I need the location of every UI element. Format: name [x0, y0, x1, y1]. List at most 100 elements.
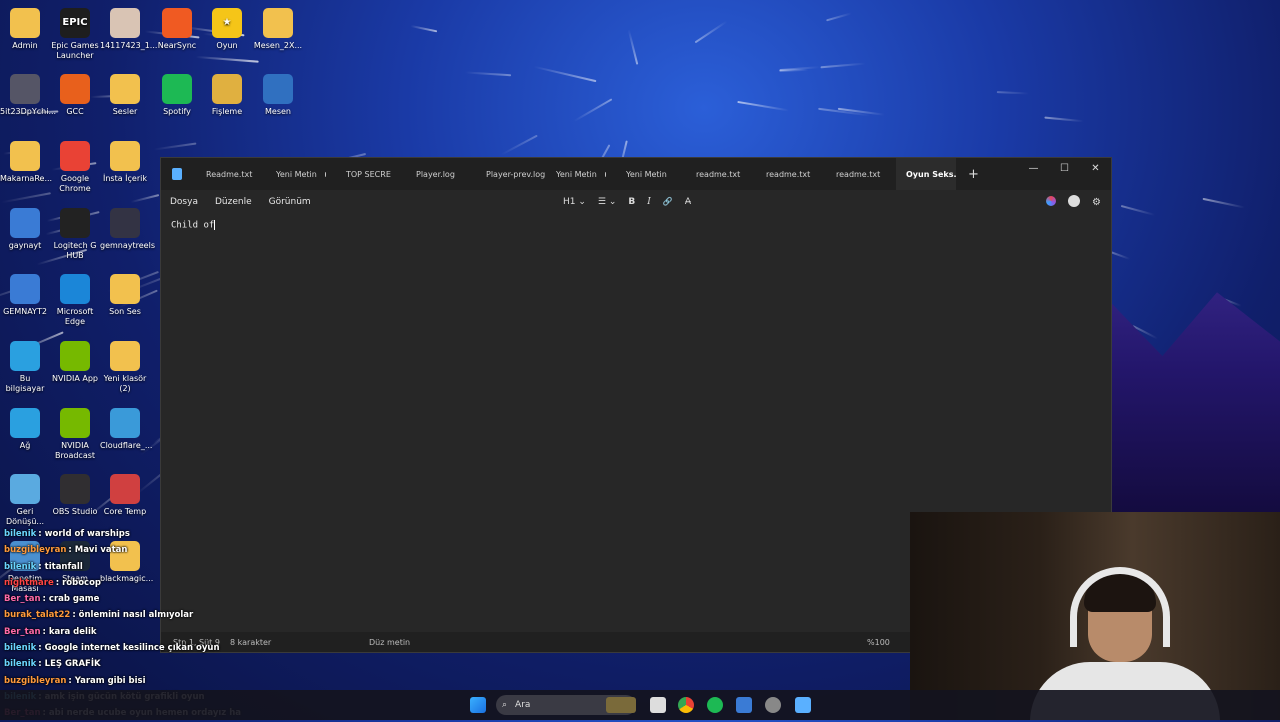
desktop-icon[interactable]: Geri Dönüşü...	[0, 474, 50, 527]
desktop-icon[interactable]: Core Temp	[100, 474, 150, 517]
desktop-app-icon	[110, 74, 140, 104]
desktop-icon-label: Epic Games Launcher	[51, 41, 99, 60]
desktop-icon[interactable]: MakarnaRe...	[0, 141, 52, 184]
tab-label: Yeni Metin	[556, 169, 597, 179]
bold-button[interactable]: B	[628, 197, 635, 207]
menu-view[interactable]: Görünüm	[269, 197, 311, 207]
desktop-icon[interactable]: Bu bilgisayar	[0, 341, 50, 394]
desktop-icon[interactable]: Google Chrome	[50, 141, 100, 194]
desktop-icon[interactable]: NVIDIA App	[50, 341, 100, 384]
minimize-button[interactable]: —	[1018, 158, 1049, 178]
account-button[interactable]	[1068, 194, 1081, 210]
account-icon	[1068, 194, 1081, 207]
notepad-taskbar-button[interactable]	[795, 697, 811, 713]
chat-message: bilenik: LEŞ GRAFİK	[4, 656, 214, 672]
star-streak	[153, 142, 197, 151]
desktop-app-icon	[110, 408, 140, 438]
desktop-icon[interactable]: Admin	[0, 8, 50, 51]
star-streak	[694, 21, 728, 44]
text-format[interactable]: Düz metin	[369, 638, 410, 647]
tab-3[interactable]: Player.log	[406, 158, 466, 190]
desktop-icon[interactable]: gaynayt	[0, 208, 50, 251]
tab-2[interactable]: TOP SECRE	[336, 158, 396, 190]
tab-9[interactable]: readme.txt	[826, 158, 886, 190]
desktop-icon[interactable]: İnsta İçerik	[100, 141, 150, 184]
copilot-button[interactable]	[1046, 195, 1057, 209]
desktop-icon[interactable]: 5it23DpYchi...	[0, 74, 56, 117]
char-count: 8 karakter	[230, 637, 272, 647]
desktop-app-icon	[110, 141, 140, 171]
settings-button[interactable]: ⚙	[1092, 197, 1101, 208]
star-streak	[826, 12, 852, 22]
desktop-icon[interactable]: GEMNAYT2	[0, 274, 50, 317]
tab-8[interactable]: readme.txt	[756, 158, 816, 190]
clear-formatting-button[interactable]: A̶	[685, 197, 691, 207]
menu-file[interactable]: Dosya	[170, 197, 198, 207]
heading-dropdown[interactable]: H1 ⌄	[563, 197, 586, 207]
tab-0[interactable]: Readme.txt	[196, 158, 256, 190]
desktop-icon[interactable]: Microsoft Edge	[50, 274, 100, 327]
task-view-button[interactable]	[650, 697, 666, 713]
chat-message: burak_talat22: önlemini nasıl almıyolar	[4, 607, 214, 623]
desktop-icon[interactable]: Cloudflare_...	[100, 408, 152, 451]
desktop-icon[interactable]: Yeni klasör (2)	[100, 341, 150, 394]
desktop-icon[interactable]: 14117423_1...	[100, 8, 157, 51]
chrome-taskbar-button[interactable]	[678, 697, 694, 713]
chat-text: : Yaram gibi bisi	[68, 675, 146, 686]
maximize-button[interactable]: ☐	[1049, 158, 1080, 178]
desktop-icon[interactable]: Mesen	[253, 74, 303, 117]
star-streak	[779, 68, 809, 72]
list-icon: ☰	[597, 197, 606, 207]
tab-6[interactable]: Yeni Metin	[616, 158, 676, 190]
desktop-icon-label: İnsta İçerik	[102, 174, 147, 183]
star-streak	[1, 192, 51, 204]
desktop-icon-label: Son Ses	[109, 307, 141, 316]
widgets-button[interactable]	[606, 697, 636, 713]
tab-7[interactable]: readme.txt	[686, 158, 746, 190]
tab-list: Readme.txt Yeni Metin TOP SECRE Player.log P…	[196, 158, 957, 190]
link-button[interactable]: 🔗	[663, 197, 673, 207]
spotify-taskbar-button[interactable]	[707, 697, 723, 713]
list-dropdown[interactable]: ☰ ⌄	[598, 197, 617, 207]
tab-10[interactable]: Oyun Seks.	[896, 158, 957, 190]
desktop-icon[interactable]: gemnaytreels	[100, 208, 155, 251]
desktop-icon[interactable]: EPIC Epic Games Launcher	[50, 8, 100, 61]
menu-edit[interactable]: Düzenle	[215, 197, 252, 207]
italic-button[interactable]: I	[647, 197, 651, 207]
desktop-icon[interactable]: ★ Oyun	[202, 8, 252, 51]
star-streak	[410, 25, 438, 33]
desktop-icon[interactable]: Fişleme	[202, 74, 252, 117]
start-button[interactable]	[470, 697, 486, 713]
desktop-icon[interactable]: Ağ	[0, 408, 50, 451]
desktop-icon[interactable]: NVIDIA Broadcast	[50, 408, 100, 461]
desktop-icon[interactable]: Son Ses	[100, 274, 150, 317]
desktop-app-icon: EPIC	[60, 8, 90, 38]
chat-text: : kara delik	[42, 626, 97, 637]
desktop-icon[interactable]: Logitech G HUB	[50, 208, 100, 261]
tab-1[interactable]: Yeni Metin	[266, 158, 326, 190]
app-taskbar-button[interactable]	[765, 697, 781, 713]
store-taskbar-button[interactable]	[736, 697, 752, 713]
desktop-icon[interactable]: OBS Studio	[50, 474, 100, 517]
desktop-icon[interactable]: GCC	[50, 74, 100, 117]
star-streak	[1202, 197, 1245, 209]
tab-5[interactable]: Yeni Metin	[546, 158, 606, 190]
chat-username: bilenik	[4, 561, 37, 572]
desktop-icon[interactable]: Sesler	[100, 74, 150, 117]
desktop-icon[interactable]: Mesen_2X...	[253, 8, 303, 51]
tab-label: Player.log	[416, 169, 455, 179]
chat-username: bilenik	[4, 529, 37, 539]
desktop-icon[interactable]: Spotify	[152, 74, 202, 117]
desktop-icon[interactable]: NearSync	[152, 8, 202, 51]
zoom-level[interactable]: %100	[867, 638, 890, 647]
close-button[interactable]: ✕	[1080, 158, 1111, 178]
desktop-icon-label: Logitech G HUB	[53, 241, 97, 260]
tab-4[interactable]: Player-prev.log	[476, 158, 545, 190]
star-streak	[533, 66, 596, 83]
tab-label: readme.txt	[696, 169, 741, 179]
tab-label: Player-prev.log	[486, 169, 546, 179]
tab-label: TOP SECRE	[346, 169, 391, 179]
new-tab-button[interactable]: +	[968, 167, 979, 182]
desktop-app-icon	[263, 74, 293, 104]
desktop-app-icon	[110, 8, 140, 38]
